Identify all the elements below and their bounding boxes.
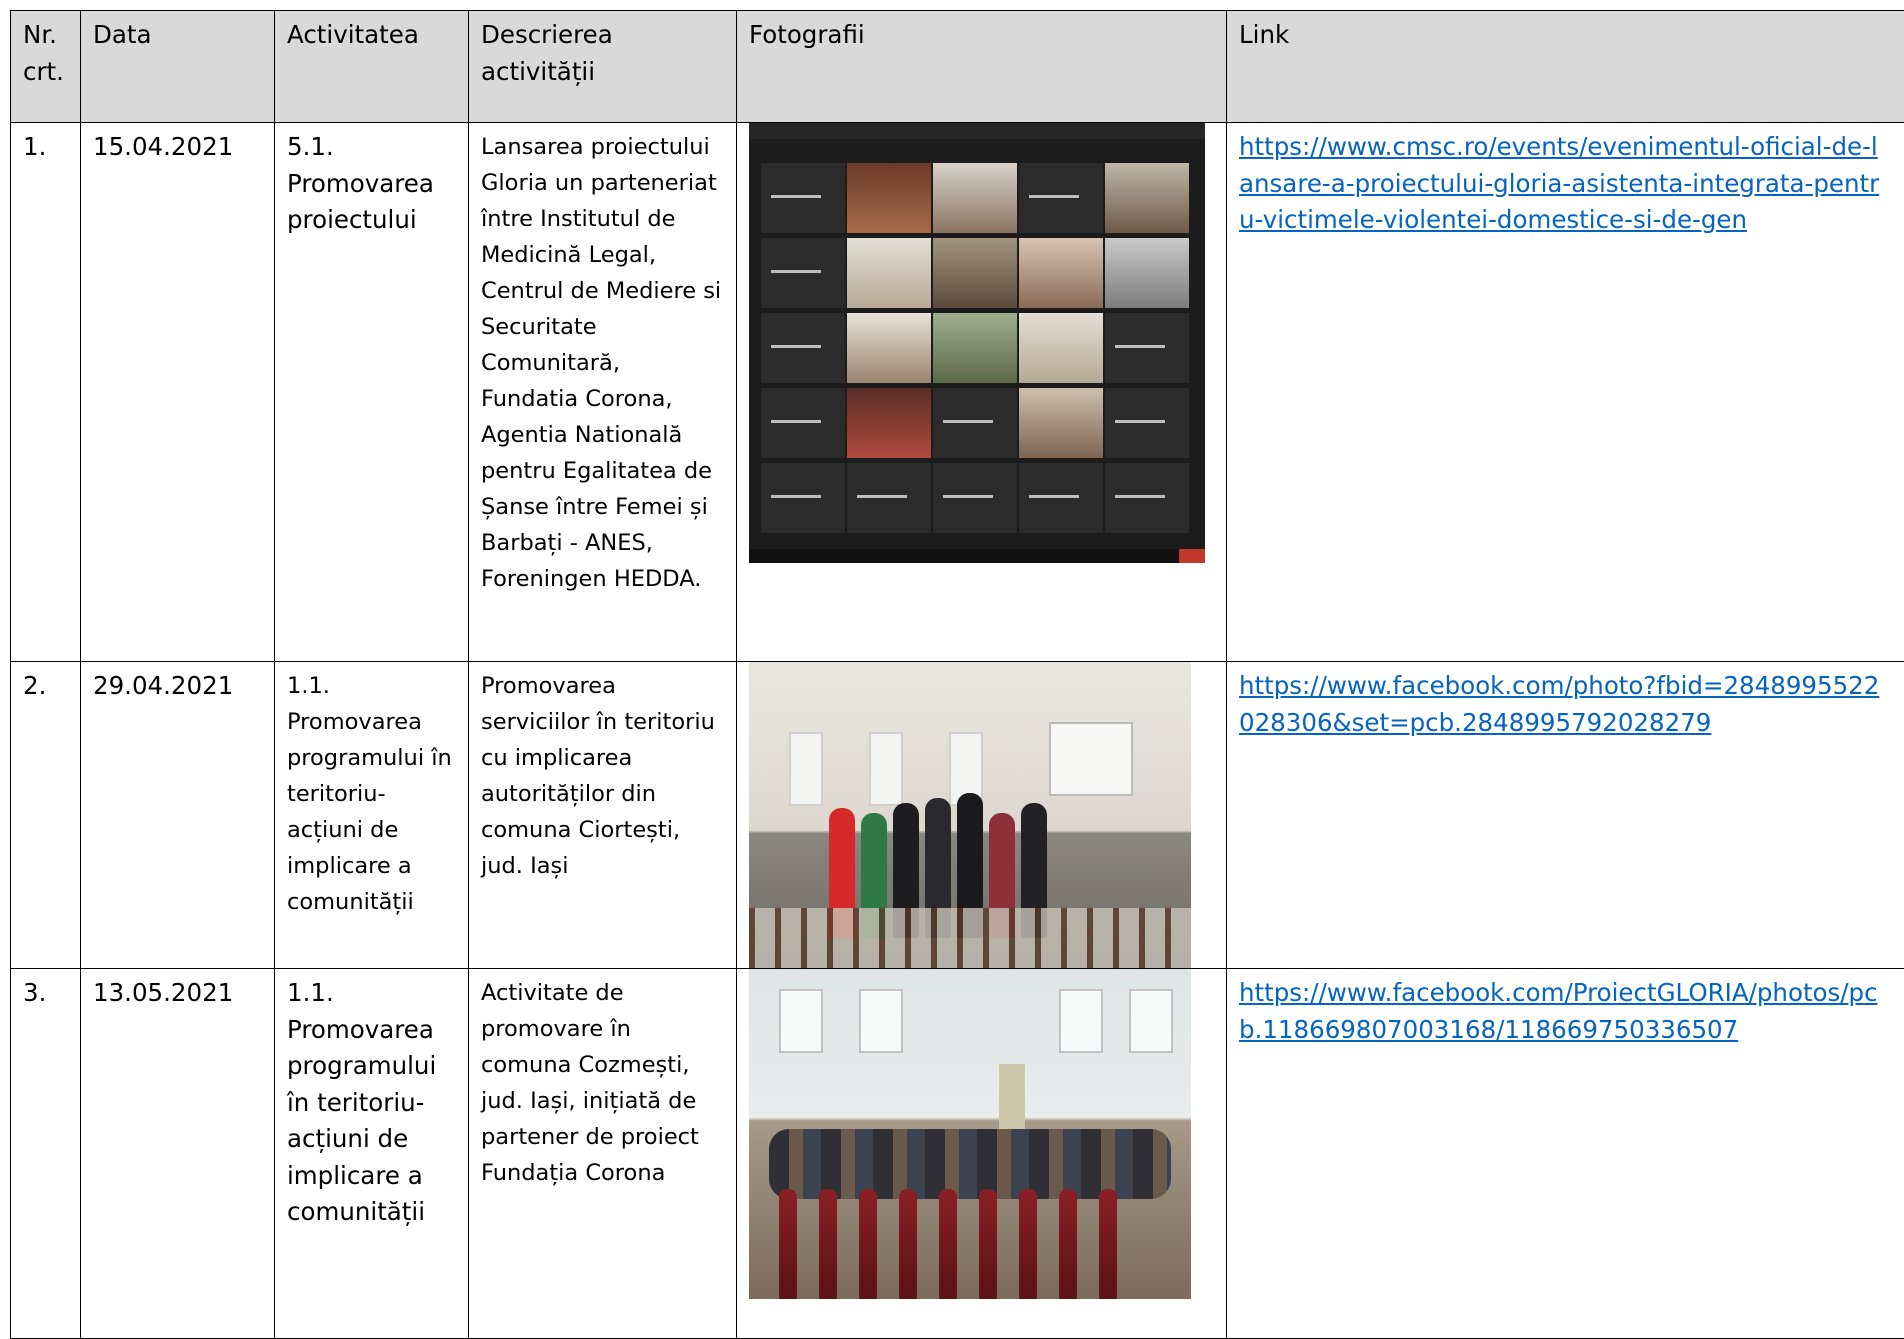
row-date: 13.05.2021 xyxy=(81,969,275,1339)
row-date: 29.04.2021 xyxy=(81,662,275,969)
activities-table: Nr. crt. Data Activitatea Descrierea act… xyxy=(10,10,1904,1339)
table-header: Nr. crt. Data Activitatea Descrierea act… xyxy=(11,11,1904,123)
header-data: Data xyxy=(81,11,275,123)
row-link-cell: https://www.facebook.com/photo?fbid=2848… xyxy=(1227,662,1904,969)
row-link-cell: https://www.facebook.com/ProiectGLORIA/p… xyxy=(1227,969,1904,1339)
row-description: Promovarea serviciilor în teritoriu cu i… xyxy=(469,662,737,969)
row-nr: 3. xyxy=(11,969,81,1339)
header-nr: Nr. crt. xyxy=(11,11,81,123)
row-nr: 2. xyxy=(11,662,81,969)
row-nr: 1. xyxy=(11,123,81,662)
row-photo-cell xyxy=(737,662,1227,969)
row-activity: 1.1. Promovarea programului în teritoriu… xyxy=(275,969,469,1339)
header-activitatea: Activitatea xyxy=(275,11,469,123)
row-date: 15.04.2021 xyxy=(81,123,275,662)
row-photo-cell xyxy=(737,969,1227,1339)
row-link[interactable]: https://www.facebook.com/ProiectGLORIA/p… xyxy=(1239,978,1878,1044)
header-descrierea: Descrierea activității xyxy=(469,11,737,123)
meeting-hall-photo xyxy=(749,969,1191,1299)
header-link: Link xyxy=(1227,11,1904,123)
group-photo xyxy=(749,662,1191,968)
row-description: Activitate de promovare în comuna Cozmeș… xyxy=(469,969,737,1339)
row-description: Lansarea proiectului Gloria un parteneri… xyxy=(469,123,737,662)
row-link[interactable]: https://www.cmsc.ro/events/evenimentul-o… xyxy=(1239,132,1879,234)
row-photo-cell xyxy=(737,123,1227,662)
table-row: 2. 29.04.2021 1.1. Promovarea programulu… xyxy=(11,662,1904,969)
table-row: 3. 13.05.2021 1.1. Promovarea programulu… xyxy=(11,969,1904,1339)
video-conference-photo xyxy=(749,123,1205,563)
header-fotografii: Fotografii xyxy=(737,11,1227,123)
row-link-cell: https://www.cmsc.ro/events/evenimentul-o… xyxy=(1227,123,1904,662)
row-activity: 5.1. Promovarea proiectului xyxy=(275,123,469,662)
table-row: 1. 15.04.2021 5.1. Promovarea proiectulu… xyxy=(11,123,1904,662)
row-activity: 1.1. Promovarea programului în teritoriu… xyxy=(275,662,469,969)
row-link[interactable]: https://www.facebook.com/photo?fbid=2848… xyxy=(1239,671,1879,737)
